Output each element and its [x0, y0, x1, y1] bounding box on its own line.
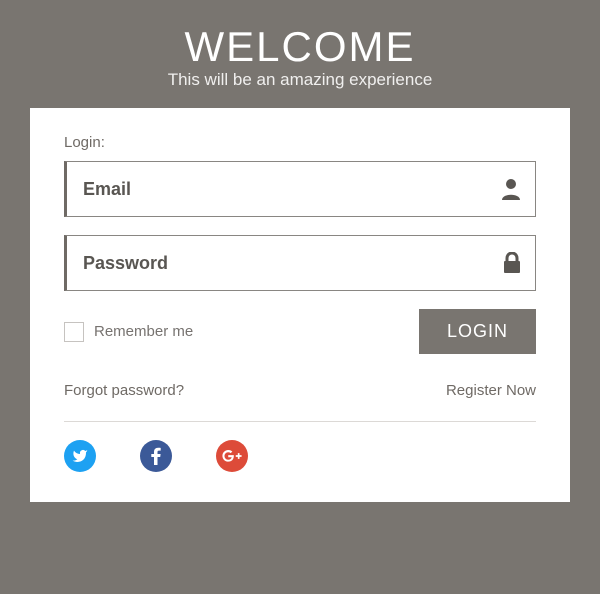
facebook-icon[interactable]: [140, 440, 172, 472]
links-row: Forgot password? Register Now: [64, 382, 536, 399]
remember-login-row: Remember me LOGIN: [64, 309, 536, 354]
login-button[interactable]: LOGIN: [419, 309, 536, 354]
googleplus-icon[interactable]: [216, 440, 248, 472]
email-field-wrapper[interactable]: [64, 161, 536, 217]
remember-me[interactable]: Remember me: [64, 322, 193, 342]
user-icon: [501, 178, 521, 200]
register-link[interactable]: Register Now: [446, 382, 536, 399]
divider: [64, 421, 536, 422]
page-title: WELCOME: [168, 26, 433, 68]
password-field[interactable]: [83, 253, 503, 274]
social-row: [64, 440, 536, 472]
header: WELCOME This will be an amazing experien…: [168, 0, 433, 108]
forgot-password-link[interactable]: Forgot password?: [64, 382, 184, 399]
page-subtitle: This will be an amazing experience: [168, 70, 433, 90]
password-field-wrapper[interactable]: [64, 235, 536, 291]
login-card: Login: Remember me LOGIN Forgot password…: [30, 108, 570, 502]
login-label: Login:: [64, 134, 536, 151]
twitter-icon[interactable]: [64, 440, 96, 472]
email-field[interactable]: [83, 179, 501, 200]
remember-checkbox[interactable]: [64, 322, 84, 342]
lock-icon: [503, 252, 521, 274]
remember-label: Remember me: [94, 323, 193, 340]
